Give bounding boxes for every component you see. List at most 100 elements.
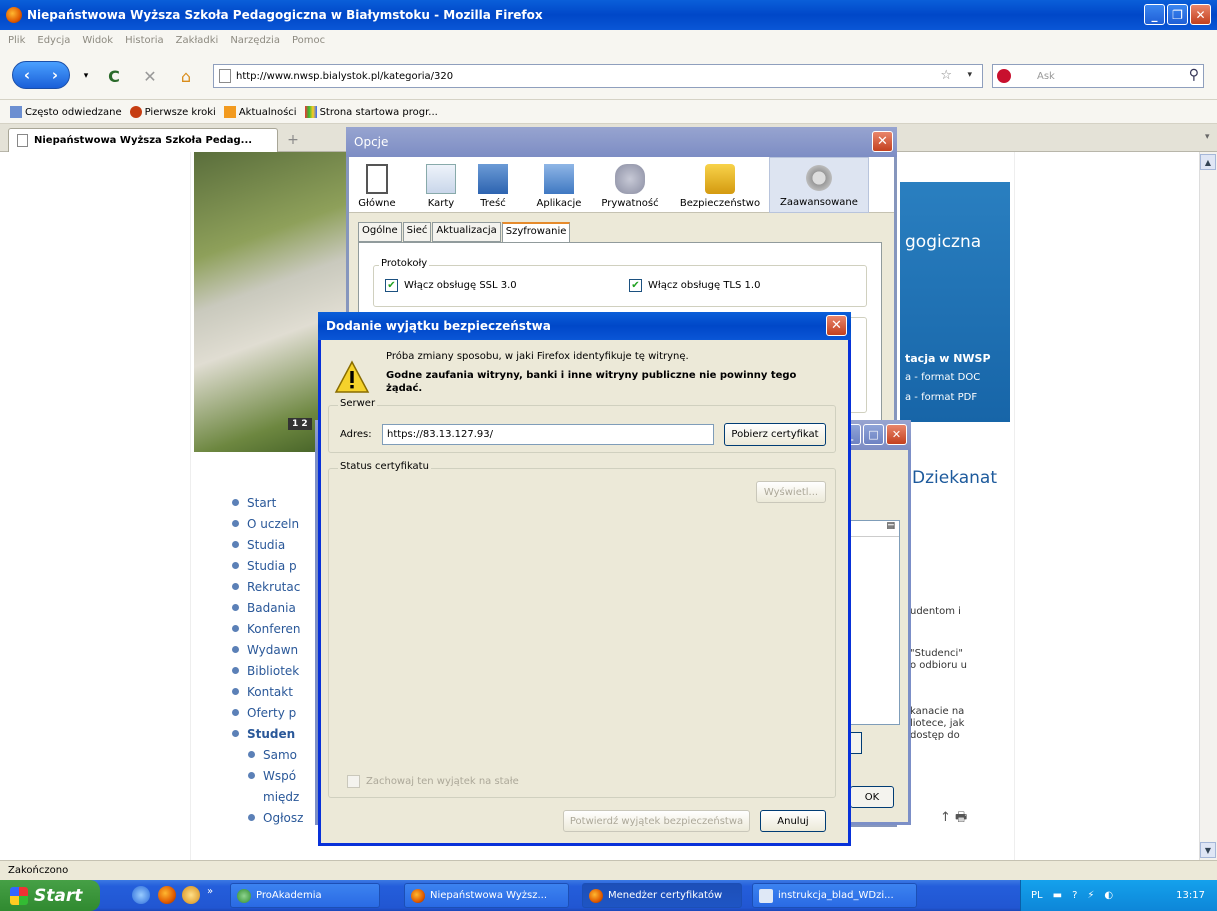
get-certificate-button[interactable]: Pobierz certyfikat bbox=[724, 423, 826, 446]
page-tools-icons[interactable]: ↑ 🖶 bbox=[940, 808, 967, 830]
url-dropdown-icon[interactable]: ▾ bbox=[967, 70, 972, 80]
reload-icon[interactable]: C bbox=[104, 66, 124, 86]
pane-applications[interactable]: Aplikacje bbox=[529, 157, 589, 213]
nav-item[interactable]: Kontakt bbox=[232, 681, 322, 702]
menu-tools[interactable]: Narzędzia bbox=[230, 35, 280, 46]
certificate-list[interactable]: ▤ bbox=[850, 520, 900, 725]
forward-arrow-icon[interactable]: › bbox=[52, 66, 58, 84]
menu-view[interactable]: Widok bbox=[82, 35, 113, 46]
tls-option[interactable]: ✔ Włącz obsługę TLS 1.0 bbox=[629, 279, 760, 292]
banner-link-1[interactable]: tacja w NWSP bbox=[905, 352, 991, 365]
cm-ok-button[interactable]: OK bbox=[850, 786, 894, 808]
menu-edit[interactable]: Edycja bbox=[37, 35, 70, 46]
pane-advanced[interactable]: Zaawansowane bbox=[769, 157, 869, 213]
pane-tabs[interactable]: Karty bbox=[419, 157, 463, 213]
bookmark-start-page[interactable]: Strona startowa progr... bbox=[304, 105, 438, 118]
close-button[interactable]: ✕ bbox=[1190, 4, 1211, 25]
nav-item[interactable]: Bibliotek bbox=[232, 660, 322, 681]
options-close-button[interactable]: ✕ bbox=[872, 131, 893, 152]
task-firefox[interactable]: Niepaństwowa Wyższ... bbox=[404, 883, 569, 908]
ie-quicklaunch-icon[interactable] bbox=[132, 886, 150, 904]
start-button[interactable]: Start bbox=[0, 880, 100, 911]
stop-icon[interactable]: ✕ bbox=[140, 66, 160, 86]
nav-item[interactable]: Start bbox=[232, 492, 322, 513]
cm-close-button[interactable]: ✕ bbox=[886, 424, 907, 445]
app-quicklaunch-icon[interactable] bbox=[182, 886, 200, 904]
pane-main[interactable]: Główne bbox=[355, 157, 399, 213]
restore-button[interactable]: ❐ bbox=[1167, 4, 1188, 25]
pane-security[interactable]: Bezpieczeństwo bbox=[675, 157, 765, 213]
scroll-down-icon[interactable]: ▼ bbox=[1200, 842, 1216, 858]
language-indicator[interactable]: PL bbox=[1031, 890, 1043, 901]
nav-item[interactable]: Wydawn bbox=[232, 639, 322, 660]
back-arrow-icon[interactable]: ‹ bbox=[24, 66, 30, 84]
menu-file[interactable]: Plik bbox=[8, 35, 25, 46]
new-tab-button[interactable]: + bbox=[282, 132, 304, 150]
network-tray-icon[interactable]: ⚡ bbox=[1087, 890, 1094, 901]
volume-tray-icon[interactable]: ◐ bbox=[1104, 890, 1113, 901]
nav-subitem[interactable]: Ogłosz bbox=[232, 807, 322, 828]
bookmark-star-icon[interactable]: ☆ bbox=[940, 68, 952, 83]
confirm-exception-button[interactable]: Potwierdź wyjątek bezpieczeństwa bbox=[563, 810, 750, 832]
permanent-checkbox[interactable] bbox=[347, 775, 360, 788]
task-document[interactable]: instrukcja_blad_WDzi... bbox=[752, 883, 917, 908]
banner-link-2[interactable]: a - format DOC bbox=[905, 372, 980, 383]
nav-item[interactable]: Konferen bbox=[232, 618, 322, 639]
subtab-network[interactable]: Sieć bbox=[402, 222, 432, 242]
view-button[interactable]: Wyświetl... bbox=[756, 481, 826, 503]
slideshow-nav[interactable]: 1 2 bbox=[288, 418, 312, 430]
bullet-icon bbox=[232, 730, 239, 737]
help-tray-icon[interactable]: ? bbox=[1072, 890, 1077, 901]
subtab-encryption[interactable]: Szyfrowanie bbox=[501, 222, 571, 244]
search-bar[interactable]: Ask ⚲ bbox=[992, 64, 1204, 88]
pane-content[interactable]: Treść bbox=[471, 157, 515, 213]
back-forward-buttons[interactable]: ‹ › bbox=[12, 61, 70, 89]
cm-button-edge[interactable] bbox=[850, 732, 862, 754]
search-engine-icon[interactable] bbox=[997, 69, 1011, 83]
firefox-quicklaunch-icon[interactable] bbox=[158, 886, 176, 904]
nav-subitem[interactable]: Samo bbox=[232, 744, 322, 765]
nav-subitem-cont[interactable]: międz bbox=[232, 786, 322, 807]
history-dropdown-icon[interactable]: ▾ bbox=[76, 66, 96, 86]
cm-maximize-button[interactable]: □ bbox=[863, 424, 884, 445]
tab-active[interactable]: Niepaństwowa Wyższa Szkoła Pedag... bbox=[8, 128, 278, 152]
subtab-general[interactable]: Ogólne bbox=[358, 222, 402, 242]
bookmark-most-visited[interactable]: Często odwiedzane bbox=[10, 105, 122, 118]
bookmark-news[interactable]: Aktualności bbox=[223, 105, 297, 118]
quicklaunch-more-icon[interactable]: » bbox=[207, 886, 213, 897]
nav-item[interactable]: Studia bbox=[232, 534, 322, 555]
nav-item[interactable]: Studia p bbox=[232, 555, 322, 576]
home-icon[interactable]: ⌂ bbox=[176, 66, 196, 86]
pane-privacy[interactable]: Prywatność bbox=[595, 157, 665, 213]
keyboard-icon[interactable]: ▬ bbox=[1053, 890, 1062, 901]
bookmark-getting-started[interactable]: Pierwsze kroki bbox=[129, 105, 216, 118]
banner-link-3[interactable]: a - format PDF bbox=[905, 392, 977, 403]
nav-item[interactable]: Badania bbox=[232, 597, 322, 618]
bullet-icon bbox=[248, 772, 255, 779]
nav-item[interactable]: Rekrutac bbox=[232, 576, 322, 597]
nav-item[interactable]: Oferty p bbox=[232, 702, 322, 723]
permanent-option[interactable]: Zachowaj ten wyjątek na stałe bbox=[347, 775, 519, 788]
menu-help[interactable]: Pomoc bbox=[292, 35, 325, 46]
task-cert-manager[interactable]: Menedżer certyfikatów bbox=[582, 883, 742, 908]
ssl-checkbox[interactable]: ✔ bbox=[385, 279, 398, 292]
address-input[interactable]: https://83.13.127.93/ bbox=[382, 424, 714, 445]
nav-subitem[interactable]: Wspó bbox=[232, 765, 322, 786]
column-picker-icon[interactable]: ▤ bbox=[851, 521, 899, 537]
nav-item-active[interactable]: Studen bbox=[232, 723, 322, 744]
vertical-scrollbar[interactable] bbox=[1199, 152, 1217, 860]
nav-item[interactable]: O uczeln bbox=[232, 513, 322, 534]
tls-checkbox[interactable]: ✔ bbox=[629, 279, 642, 292]
cancel-button[interactable]: Anuluj bbox=[760, 810, 826, 832]
menu-history[interactable]: Historia bbox=[125, 35, 164, 46]
minimize-button[interactable]: _ bbox=[1144, 4, 1165, 25]
scroll-up-icon[interactable]: ▲ bbox=[1200, 154, 1216, 170]
subtab-update[interactable]: Aktualizacja bbox=[432, 222, 501, 242]
url-bar[interactable]: http://www.nwsp.bialystok.pl/kategoria/3… bbox=[213, 64, 983, 88]
exception-close-button[interactable]: ✕ bbox=[826, 315, 847, 336]
ssl-option[interactable]: ✔ Włącz obsługę SSL 3.0 bbox=[385, 279, 517, 292]
search-icon[interactable]: ⚲ bbox=[1189, 67, 1199, 83]
menu-bookmarks[interactable]: Zakładki bbox=[176, 35, 219, 46]
task-proakademia[interactable]: ProAkademia bbox=[230, 883, 380, 908]
tab-list-icon[interactable]: ▾ bbox=[1205, 132, 1210, 142]
